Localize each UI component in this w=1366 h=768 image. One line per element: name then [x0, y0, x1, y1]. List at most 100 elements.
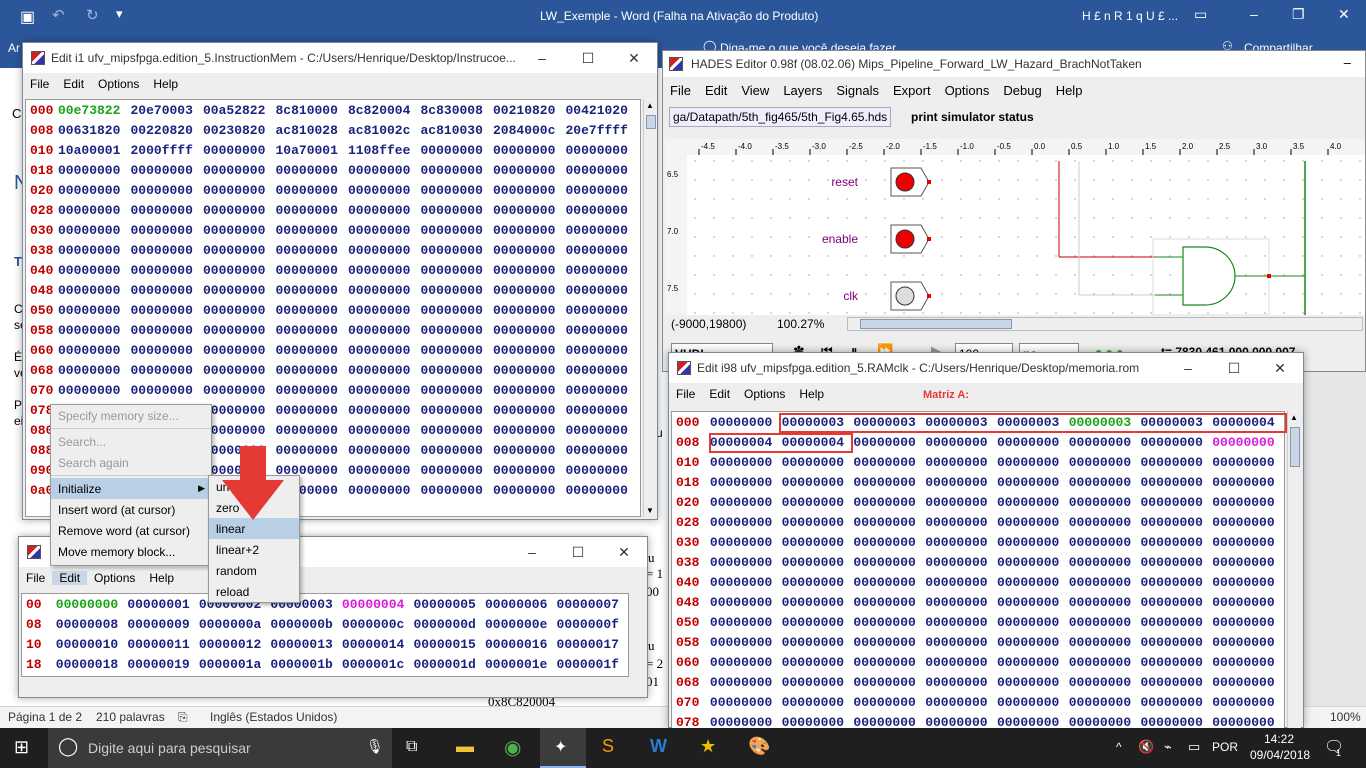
memory-cell[interactable]: 00000000: [56, 597, 128, 612]
memory-cell[interactable]: 00000000: [493, 383, 566, 398]
memory-cell[interactable]: 00000000: [131, 323, 204, 338]
memory-cell[interactable]: 00000000: [925, 655, 997, 670]
memory-cell[interactable]: 00000000: [782, 715, 854, 729]
status-language[interactable]: Inglês (Estados Unidos): [210, 710, 337, 724]
memory-cell[interactable]: 00000000: [1140, 715, 1212, 729]
memory-cell[interactable]: 00000006: [485, 597, 557, 612]
paint-icon[interactable]: 🎨: [748, 736, 770, 757]
ribbon-options-icon[interactable]: ▭: [1194, 6, 1207, 23]
memory-cell[interactable]: 00000000: [421, 223, 494, 238]
memory-cell[interactable]: 00000000: [853, 675, 925, 690]
memory-cell[interactable]: 00000000: [1069, 715, 1141, 729]
memory-cell[interactable]: 00000000: [710, 575, 782, 590]
memory-cell[interactable]: 00000000: [348, 303, 421, 318]
memory-cell[interactable]: 00000000: [1212, 715, 1284, 729]
taskbar-java-app[interactable]: ✦: [540, 728, 586, 768]
memory-cell[interactable]: 00000005: [413, 597, 485, 612]
submenu-item-reload[interactable]: reload: [209, 581, 299, 602]
maximize-icon[interactable]: ☐: [1211, 353, 1257, 383]
memory-cell[interactable]: 00000000: [710, 555, 782, 570]
menu-options[interactable]: Options: [87, 571, 142, 585]
memory-cell[interactable]: 00000000: [853, 635, 925, 650]
memory-cell[interactable]: 00000000: [1212, 455, 1284, 470]
memory-cell[interactable]: 00000010: [56, 637, 128, 652]
memory-cell[interactable]: 00000000: [203, 323, 276, 338]
minimize-icon[interactable]: –: [509, 537, 555, 567]
memory-cell[interactable]: 00000000: [203, 183, 276, 198]
memory-cell[interactable]: 00000000: [348, 283, 421, 298]
memory-cell[interactable]: 00000000: [493, 483, 566, 498]
menu-edit[interactable]: Edit: [56, 77, 91, 91]
memory-cell[interactable]: 00000000: [997, 595, 1069, 610]
memory-cell[interactable]: 00000000: [566, 423, 639, 438]
memory-cell[interactable]: 00000000: [853, 715, 925, 729]
memory-cell[interactable]: 00000000: [348, 383, 421, 398]
menu-item-move-block[interactable]: Move memory block...: [51, 541, 211, 562]
memory-cell[interactable]: 00000000: [853, 695, 925, 710]
memory-cell[interactable]: 00000000: [925, 695, 997, 710]
memory-cell[interactable]: 0000001a: [199, 657, 271, 672]
memory-cell[interactable]: 00000000: [1069, 435, 1141, 450]
menu-options[interactable]: Options: [91, 77, 146, 91]
memory-cell[interactable]: 00000000: [1140, 535, 1212, 550]
memory-cell[interactable]: 00000000: [348, 443, 421, 458]
memory-cell[interactable]: 00000000: [566, 303, 639, 318]
memory-cell[interactable]: 00000000: [1212, 675, 1284, 690]
memory-cell[interactable]: 00000000: [421, 343, 494, 358]
memory-cell[interactable]: 00000000: [203, 283, 276, 298]
submenu-item-random[interactable]: random: [209, 560, 299, 581]
memory-cell[interactable]: ac810028: [276, 123, 349, 138]
memory-cell[interactable]: 00000000: [421, 163, 494, 178]
menu-debug[interactable]: Debug: [996, 83, 1048, 98]
memory-cell[interactable]: 00000000: [1140, 475, 1212, 490]
chrome-icon[interactable]: ◉: [504, 735, 521, 760]
memory-cell[interactable]: 00000000: [782, 475, 854, 490]
memory-cell[interactable]: 00000000: [348, 423, 421, 438]
maximize-icon[interactable]: ☐: [555, 537, 601, 567]
memory-cell[interactable]: 00000000: [1069, 455, 1141, 470]
memory-cell[interactable]: 00000000: [997, 655, 1069, 670]
memory-cell[interactable]: 00000013: [270, 637, 342, 652]
memory-cell[interactable]: 00000000: [566, 223, 639, 238]
memory-cell[interactable]: 00000000: [710, 715, 782, 729]
memory-cell[interactable]: 00000000: [566, 383, 639, 398]
input-language[interactable]: POR: [1212, 740, 1238, 754]
memory-cell[interactable]: 0000000d: [413, 617, 485, 632]
memory-cell[interactable]: 00000012: [199, 637, 271, 652]
taskbar-search-box[interactable]: ◯ Digite aqui para pesquisar 🎙: [48, 728, 392, 768]
memory-cell[interactable]: 00000000: [493, 423, 566, 438]
clock-time[interactable]: 14:22: [1264, 732, 1294, 746]
memory-cell[interactable]: 00000000: [1140, 575, 1212, 590]
memory-cell[interactable]: 00000000: [710, 675, 782, 690]
memory-cell[interactable]: 00000000: [997, 535, 1069, 550]
memory-cell[interactable]: 00000000: [276, 243, 349, 258]
memory-cell[interactable]: 00000001: [127, 597, 199, 612]
memory-cell[interactable]: 00000000: [493, 183, 566, 198]
memory-cell[interactable]: 00000000: [782, 615, 854, 630]
memory-cell[interactable]: 00000000: [853, 515, 925, 530]
memory-cell[interactable]: 00000000: [493, 223, 566, 238]
memory-cell[interactable]: 00000000: [203, 363, 276, 378]
memory-cell[interactable]: 00000000: [853, 495, 925, 510]
menu-item-insert-word[interactable]: Insert word (at cursor): [51, 499, 211, 520]
memory-cell[interactable]: 00000000: [710, 615, 782, 630]
menu-file[interactable]: File: [663, 83, 698, 98]
hades-titlebar[interactable]: HADES Editor 0.98f (08.02.06) Mips_Pipel…: [663, 51, 1365, 77]
memory-cell[interactable]: 00000016: [485, 637, 557, 652]
menu-options[interactable]: Options: [737, 387, 792, 401]
minimize-icon[interactable]: –: [1250, 6, 1258, 22]
memory-cell[interactable]: 00000000: [1212, 475, 1284, 490]
memory-cell[interactable]: 00000000: [276, 323, 349, 338]
memory-cell[interactable]: 00000019: [127, 657, 199, 672]
status-words[interactable]: 210 palavras: [96, 710, 165, 724]
memory-cell[interactable]: 0000001c: [342, 657, 414, 672]
memory-cell[interactable]: 00000000: [58, 183, 131, 198]
memory-cell[interactable]: 00000000: [58, 303, 131, 318]
memory-cell[interactable]: 00000000: [1069, 635, 1141, 650]
menu-help[interactable]: Help: [792, 387, 831, 401]
memory-cell[interactable]: 00000000: [566, 203, 639, 218]
scroll-up-icon[interactable]: ▲: [646, 101, 654, 110]
memory-cell[interactable]: 00000000: [1069, 555, 1141, 570]
minimize-icon[interactable]: –: [1344, 55, 1351, 70]
memory-cell[interactable]: 00000000: [276, 203, 349, 218]
